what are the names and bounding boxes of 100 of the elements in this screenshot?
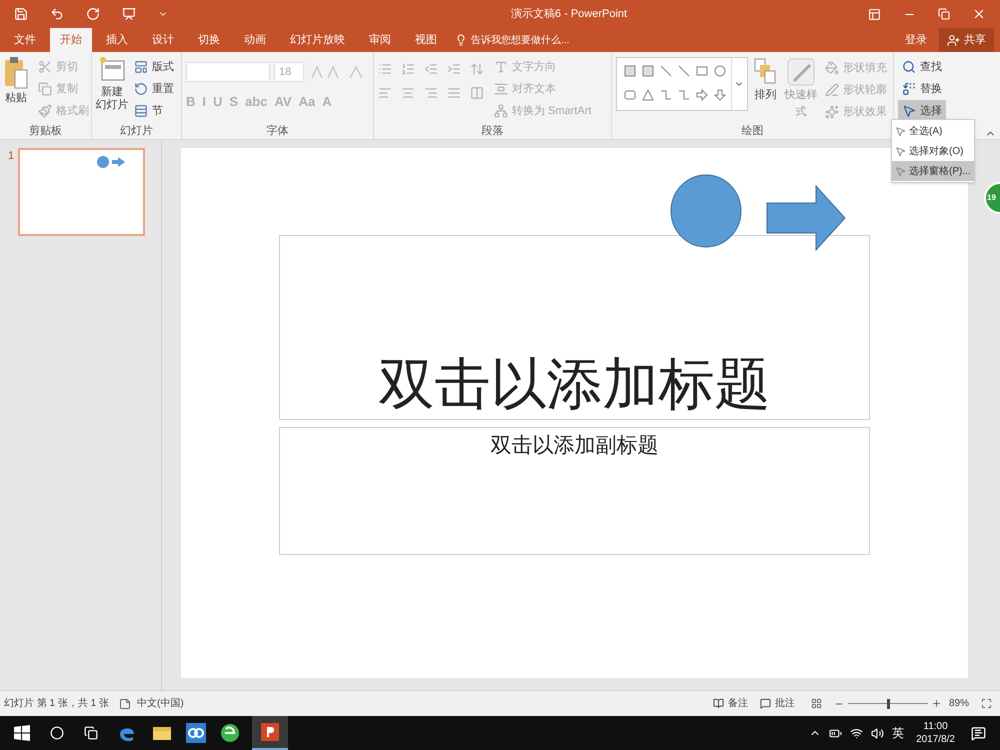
shape-icon[interactable] xyxy=(658,88,673,102)
share-button[interactable]: 共享 xyxy=(939,28,994,52)
close-icon[interactable] xyxy=(972,7,986,21)
ribbon-tab[interactable]: 插入 xyxy=(96,28,138,52)
slide-number: 1 xyxy=(8,149,14,164)
shape-icon[interactable] xyxy=(694,88,709,102)
undo-icon[interactable] xyxy=(50,7,64,21)
group-label: 字体 xyxy=(266,124,288,138)
arrow-shape[interactable] xyxy=(766,185,846,251)
paste-button[interactable]: 粘贴 xyxy=(0,56,32,122)
group-label: 剪贴板 xyxy=(29,124,62,138)
zoom-slider-thumb[interactable] xyxy=(886,698,890,708)
font-size-field[interactable]: 18 xyxy=(274,62,304,82)
slide-option-button[interactable]: 版式 xyxy=(132,56,176,78)
menu-item[interactable]: 选择对象(O) xyxy=(892,141,974,161)
new-slide-button[interactable]: 新建 幻灯片 xyxy=(92,56,132,122)
slide-option-button[interactable]: 节 xyxy=(132,100,176,122)
shape-icon[interactable] xyxy=(640,88,655,102)
arrange-button[interactable]: 排列 xyxy=(752,57,779,123)
battery-icon[interactable] xyxy=(829,726,842,740)
ribbon-tab[interactable]: 视图 xyxy=(405,28,447,52)
copy-icon xyxy=(38,82,52,96)
zoom-in-icon[interactable] xyxy=(932,699,941,708)
redo-icon[interactable] xyxy=(86,7,100,21)
sign-in-link[interactable]: 登录 xyxy=(893,28,939,52)
wifi-icon[interactable] xyxy=(850,726,864,740)
circle-shape[interactable] xyxy=(670,174,742,249)
clock[interactable]: 11:00 2017/8/2 xyxy=(916,720,955,746)
language-text: 中文(中国) xyxy=(137,696,184,711)
save-icon[interactable] xyxy=(14,7,28,21)
comment-icon xyxy=(760,698,771,709)
shape-icon[interactable] xyxy=(658,64,673,78)
ime-indicator[interactable]: 英 xyxy=(892,724,904,742)
paragraph-icon xyxy=(494,104,508,118)
replace-icon xyxy=(902,82,916,96)
scissors-icon xyxy=(38,60,52,74)
editing-button[interactable]: 查找 xyxy=(898,56,946,78)
ribbon-tab[interactable]: 动画 xyxy=(234,28,276,52)
title-text: 双击以添加标题 xyxy=(378,357,770,413)
group-label: 绘图 xyxy=(742,124,764,139)
quick-styles-button[interactable]: 快速样式 xyxy=(782,57,820,123)
ribbon-options-icon[interactable] xyxy=(868,8,881,20)
restore-icon[interactable] xyxy=(938,8,950,20)
ribbon-tab[interactable]: 开始 xyxy=(50,28,92,52)
browser-icon[interactable] xyxy=(220,723,240,743)
pointer-icon xyxy=(902,104,916,118)
paintbrush-icon xyxy=(38,104,52,118)
brush-icon xyxy=(786,57,816,87)
slideshow-icon[interactable] xyxy=(122,7,136,21)
menu-item-icon xyxy=(895,146,906,156)
time-text: 11:00 xyxy=(923,720,948,733)
tell-me-field[interactable]: 告诉我您想要做什么... xyxy=(451,28,574,52)
zoom-slider[interactable] xyxy=(848,698,928,708)
font-name-field[interactable] xyxy=(186,62,270,82)
ribbon-tab[interactable]: 幻灯片放映 xyxy=(280,28,355,52)
menu-item[interactable]: 全选(A) xyxy=(892,121,974,141)
shape-icon[interactable] xyxy=(623,64,637,78)
search-icon xyxy=(902,60,916,74)
fit-window-icon[interactable] xyxy=(981,698,992,709)
notes-button[interactable]: 备注 xyxy=(712,696,748,711)
ribbon-tab[interactable]: 审阅 xyxy=(359,28,401,52)
powerpoint-taskbar-icon[interactable] xyxy=(252,716,288,750)
cloud-app-icon[interactable] xyxy=(186,723,206,743)
ribbon-tab[interactable]: 切换 xyxy=(188,28,230,52)
volume-icon[interactable] xyxy=(871,726,884,740)
group-label: 幻灯片 xyxy=(120,124,153,138)
task-view-icon[interactable] xyxy=(84,726,98,740)
comments-button[interactable]: 批注 xyxy=(760,696,795,711)
shape-icon[interactable] xyxy=(623,88,637,102)
shape-gallery[interactable] xyxy=(616,57,748,111)
floating-badge[interactable]: 19 xyxy=(984,182,1000,214)
shape-icon[interactable] xyxy=(712,64,727,78)
search-icon[interactable] xyxy=(50,726,64,740)
folder-icon[interactable] xyxy=(152,725,172,741)
lightbulb-icon xyxy=(455,34,467,46)
shape-icon[interactable] xyxy=(676,88,691,102)
paragraph-icon xyxy=(494,82,508,96)
shape-icon[interactable] xyxy=(640,64,655,78)
windows-logo-icon[interactable] xyxy=(14,725,30,741)
menu-item[interactable]: 选择窗格(P)... xyxy=(892,161,974,181)
group-label: 段落 xyxy=(482,124,504,138)
slide-option-button[interactable]: 重置 xyxy=(132,78,176,100)
normal-view-icon[interactable] xyxy=(810,698,822,709)
title-placeholder[interactable]: 双击以添加标题 xyxy=(279,235,870,420)
spelling-icon[interactable] xyxy=(119,698,132,710)
slide-option-icon xyxy=(134,60,148,74)
slide-thumbnail[interactable] xyxy=(18,148,146,236)
shape-format-icon xyxy=(825,83,840,97)
editing-button[interactable]: 替换 xyxy=(898,78,946,100)
subtitle-placeholder[interactable]: 双击以添加副标题 xyxy=(279,427,870,555)
notification-icon[interactable] xyxy=(971,726,986,740)
shape-icon[interactable] xyxy=(694,64,709,78)
notes-icon xyxy=(712,698,724,709)
new-slide-icon xyxy=(99,56,125,82)
person-icon xyxy=(947,34,960,46)
shape-icon[interactable] xyxy=(712,88,727,102)
shape-icon[interactable] xyxy=(676,64,691,78)
menu-item-icon xyxy=(895,166,906,176)
ribbon-tab[interactable]: 设计 xyxy=(142,28,184,52)
ribbon-tab[interactable]: 文件 xyxy=(4,28,46,52)
